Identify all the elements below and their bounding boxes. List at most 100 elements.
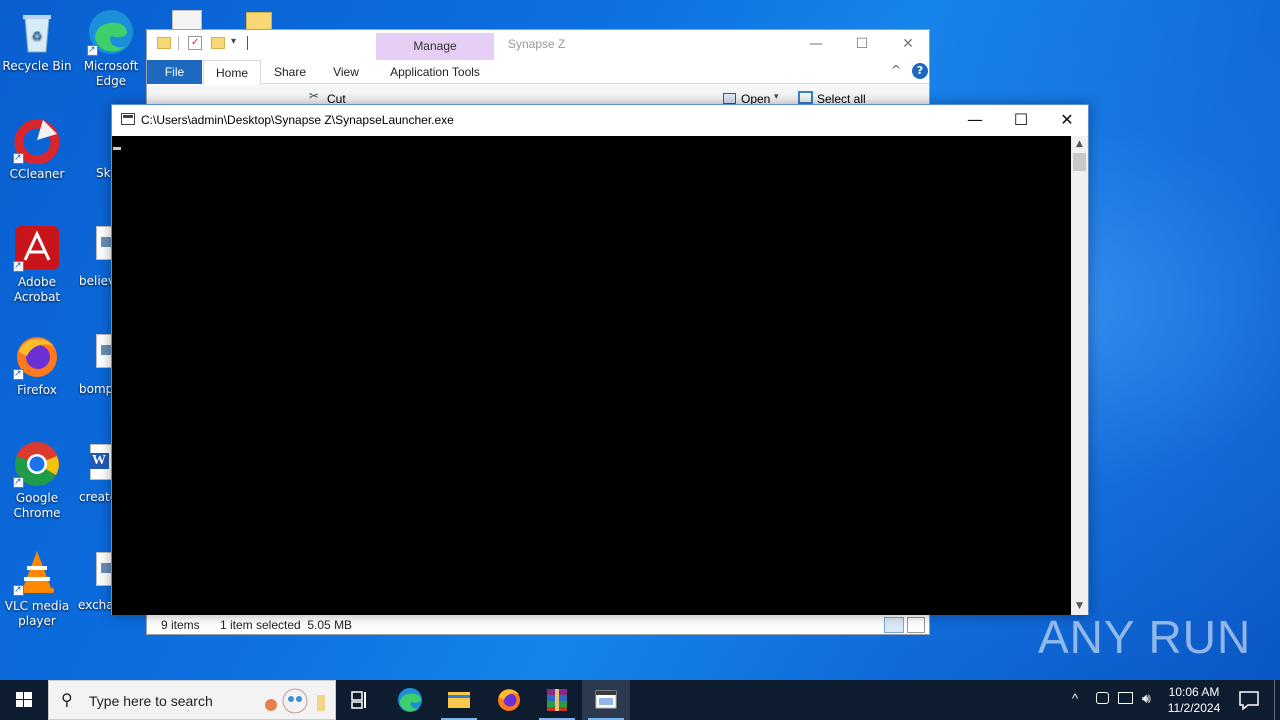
search-icon: ⚲ <box>61 690 73 709</box>
chevron-down-icon[interactable]: ▾ <box>774 91 779 102</box>
close-button[interactable]: ✕ <box>1044 105 1090 136</box>
maximize-button[interactable]: ☐ <box>839 30 885 60</box>
windows-logo-icon <box>16 692 32 707</box>
clock-date: 11/2/2024 <box>1167 701 1221 715</box>
new-folder-icon[interactable] <box>211 37 225 49</box>
large-icons-view-icon[interactable] <box>907 617 925 633</box>
taskbar-file-explorer-button[interactable] <box>435 680 483 720</box>
divider <box>247 36 248 50</box>
chevron-up-icon[interactable]: ^ <box>1072 691 1078 706</box>
selection-info: 1 item selected 5.05 MB <box>220 618 353 632</box>
notification-icon <box>1239 691 1259 711</box>
minimize-button[interactable]: — <box>793 30 839 60</box>
desktop-icon-label: Microsoft Edge <box>83 59 139 88</box>
desktop-icon-firefox[interactable]: Firefox <box>0 332 74 398</box>
recycle-bin-icon: ♻ <box>13 8 61 56</box>
console-title-bar[interactable]: C:\Users\admin\Desktop\Synapse Z\Synapse… <box>112 105 1088 136</box>
desktop-icon-label: VLC media player <box>4 599 70 628</box>
desktop-icon-ccleaner[interactable]: CCleaner <box>0 116 74 182</box>
volume-icon[interactable]: 🔊︎ <box>1142 690 1151 707</box>
folder-icon <box>246 12 272 30</box>
desktop-icon-vlc[interactable]: VLC media player <box>0 548 74 629</box>
desktop-icon-recycle-bin[interactable]: ♻ Recycle Bin <box>0 8 74 74</box>
tab-application-tools[interactable]: Application Tools <box>376 60 494 84</box>
taskbar-search-box[interactable]: ⚲ Type here to search <box>48 680 336 720</box>
window-title: Synapse Z <box>508 37 566 51</box>
help-icon[interactable]: ? <box>912 63 928 79</box>
shortcut-arrow-icon <box>87 43 98 58</box>
close-button[interactable]: ✕ <box>885 30 931 60</box>
console-title: C:\Users\admin\Desktop\Synapse Z\Synapse… <box>141 113 454 127</box>
explorer-title-bar[interactable]: ✓ ▾ Manage Synapse Z — ☐ ✕ <box>147 30 929 60</box>
vlc-icon <box>13 548 61 598</box>
text-cursor <box>113 147 121 150</box>
edge-icon <box>87 8 135 58</box>
shortcut-arrow-icon <box>13 583 24 598</box>
ccleaner-icon <box>13 116 61 166</box>
shortcut-arrow-icon <box>13 475 24 490</box>
task-view-button[interactable] <box>336 680 384 720</box>
ribbon-toolbar: ✂ Cut Open ▾ Select all <box>147 85 929 106</box>
shortcut-arrow-icon <box>13 367 24 382</box>
desktop-icon-label-partial: bomp <box>79 382 114 396</box>
desktop-icon-label-partial: believ <box>79 274 116 288</box>
notification-center-button[interactable] <box>1234 680 1264 720</box>
winrar-icon <box>547 689 567 711</box>
desktop-icon-label: Recycle Bin <box>2 59 72 73</box>
taskbar-winrar-button[interactable] <box>533 680 581 720</box>
shortcut-arrow-icon <box>13 151 24 166</box>
desktop-icon-label: Google Chrome <box>13 491 61 520</box>
firefox-icon <box>498 689 520 711</box>
system-tray: ^ 🔊︎ <box>1066 680 1158 720</box>
clock-time: 10:06 AM <box>1168 685 1220 699</box>
tab-home[interactable]: Home <box>203 60 261 85</box>
maximize-button[interactable]: ☐ <box>998 105 1044 136</box>
properties-icon[interactable]: ✓ <box>188 36 202 50</box>
firefox-icon <box>13 332 61 382</box>
cut-icon[interactable]: ✂ <box>309 89 319 103</box>
desktop-icon-chrome[interactable]: Google Chrome <box>0 440 74 521</box>
edge-icon <box>398 688 422 712</box>
console-output-area[interactable] <box>112 136 1072 615</box>
acrobat-icon <box>13 224 61 274</box>
desktop-icon-label: Adobe Acrobat <box>13 275 61 304</box>
chevron-up-icon[interactable]: ^ <box>891 63 901 77</box>
ribbon-tabs: File Home Share View Application Tools ^… <box>147 60 929 85</box>
search-highlight-icon <box>263 687 331 715</box>
desktop-icon-adobe-acrobat[interactable]: Adobe Acrobat <box>0 224 74 305</box>
minimize-button[interactable]: — <box>952 105 998 136</box>
tab-manage[interactable]: Manage <box>376 33 494 60</box>
console-app-icon <box>121 113 135 125</box>
search-placeholder: Type here to search <box>89 693 213 709</box>
tab-share[interactable]: Share <box>265 60 315 84</box>
scrollbar-thumb[interactable] <box>1073 153 1086 171</box>
item-count: 9 items <box>161 618 200 632</box>
scroll-up-arrow-icon[interactable]: ▲ <box>1071 136 1088 153</box>
desktop-icon-edge[interactable]: Microsoft Edge <box>74 8 148 89</box>
tab-view[interactable]: View <box>321 60 371 84</box>
meet-now-icon[interactable] <box>1096 692 1109 704</box>
status-bar: 9 items 1 item selected 5.05 MB <box>147 615 929 635</box>
show-desktop-button[interactable] <box>1274 680 1280 720</box>
tab-file[interactable]: File <box>147 60 202 84</box>
folder-icon <box>157 37 171 49</box>
svg-text:♻: ♻ <box>32 29 43 43</box>
desktop-icon-label: Firefox <box>17 383 57 397</box>
chevron-down-icon[interactable]: ▾ <box>231 36 236 47</box>
taskbar-console-button[interactable] <box>582 680 630 720</box>
open-icon[interactable] <box>723 93 736 104</box>
clock[interactable]: 10:06 AM 11/2/2024 <box>1158 684 1230 716</box>
select-all-icon[interactable] <box>798 91 813 104</box>
file-explorer-icon <box>448 692 470 708</box>
details-view-icon[interactable] <box>884 617 904 633</box>
taskbar-edge-button[interactable] <box>386 680 434 720</box>
vertical-scrollbar[interactable]: ▲ ▼ <box>1071 136 1088 615</box>
network-icon[interactable] <box>1118 692 1133 704</box>
anyrun-watermark: ANY RUN <box>1038 611 1252 663</box>
console-window[interactable]: C:\Users\admin\Desktop\Synapse Z\Synapse… <box>111 104 1089 615</box>
taskbar-firefox-button[interactable] <box>485 680 533 720</box>
start-button[interactable] <box>0 680 48 720</box>
shortcut-arrow-icon <box>13 259 24 274</box>
task-view-icon <box>351 691 366 709</box>
console-icon <box>595 690 617 709</box>
